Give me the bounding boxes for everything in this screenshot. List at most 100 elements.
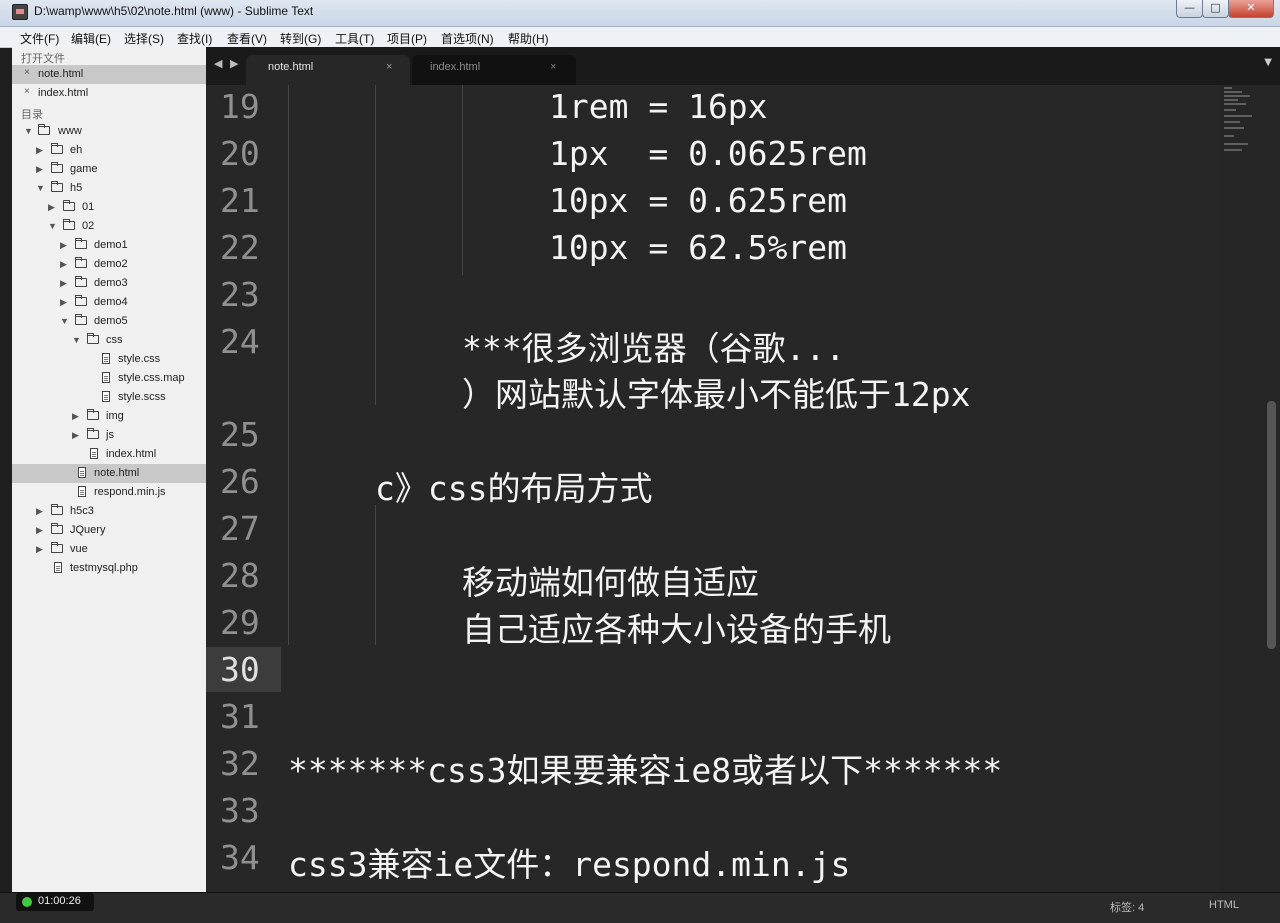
scroll-thumb[interactable] (1267, 401, 1276, 649)
tree-item-jquery[interactable]: ▶ JQuery (12, 521, 206, 540)
menu-preferences[interactable]: 首选项(N) (441, 30, 494, 47)
chevron-right-icon[interactable]: ▶ (72, 411, 79, 422)
tab-note-html[interactable]: note.html × (246, 55, 410, 85)
syntax-selector[interactable]: HTML (1209, 899, 1239, 911)
tab-label: note.html (268, 61, 314, 73)
tree-label: style.scss (118, 391, 166, 403)
code-line: 23 (206, 273, 1220, 320)
chevron-down-icon[interactable]: ▼ (24, 126, 33, 136)
tree-item-index-html[interactable]: index.html (12, 445, 206, 464)
close-button[interactable]: ✕ (1228, 0, 1274, 18)
tree-item-css[interactable]: ▼ css (12, 331, 206, 350)
tree-item-respond-min-js[interactable]: respond.min.js (12, 483, 206, 502)
tab-nav-arrows-icon[interactable]: ◀ ▶ (214, 57, 240, 70)
tree-label: respond.min.js (94, 486, 166, 498)
chevron-right-icon[interactable]: ▶ (36, 525, 43, 536)
tab-dropdown-icon[interactable]: ▼ (1264, 57, 1272, 68)
chevron-right-icon[interactable]: ▶ (60, 240, 67, 251)
tree-item-h5c3[interactable]: ▶ h5c3 (12, 502, 206, 521)
menu-help[interactable]: 帮助(H) (508, 30, 549, 47)
tree-item-vue[interactable]: ▶ vue (12, 540, 206, 559)
tree-label: JQuery (70, 524, 106, 536)
window-title: D:\wamp\www\h5\02\note.html (www) - Subl… (34, 4, 314, 18)
menu-edit[interactable]: 编辑(E) (71, 30, 111, 47)
line-text: 1px = 0.0625rem (549, 134, 867, 173)
tree-item-style-css-map[interactable]: style.css.map (12, 369, 206, 388)
line-number: 26 (220, 462, 260, 501)
menu-project[interactable]: 项目(P) (387, 30, 427, 47)
line-number: 32 (220, 744, 260, 783)
minimap[interactable] (1220, 85, 1265, 892)
line-text: 10px = 0.625rem (549, 181, 848, 220)
tree-item-demo5[interactable]: ▼ demo5 (12, 312, 206, 331)
chevron-right-icon[interactable]: ▶ (36, 506, 43, 517)
line-number: 25 (220, 415, 260, 454)
chevron-right-icon[interactable]: ▶ (36, 145, 43, 156)
tab-index-html[interactable]: index.html × (412, 55, 576, 85)
tree-item-demo2[interactable]: ▶ demo2 (12, 255, 206, 274)
chevron-down-icon[interactable]: ▼ (72, 335, 81, 345)
minimize-button[interactable]: — (1176, 0, 1203, 18)
folder-icon (51, 143, 63, 154)
chevron-right-icon[interactable]: ▶ (72, 430, 79, 441)
tree-label: eh (70, 144, 83, 156)
chevron-right-icon[interactable]: ▶ (36, 544, 43, 555)
tree-item-02[interactable]: ▼ 02 (12, 217, 206, 236)
minimap-line (1224, 127, 1244, 129)
close-icon[interactable]: × (386, 61, 392, 73)
line-text: ）网站默认字体最小不能低于12px (462, 375, 971, 414)
code-line: 32 *******css3如果要兼容ie8或者以下******* (206, 742, 1220, 790)
tree-label: demo5 (94, 315, 128, 327)
code-line: 19 1rem = 16px (206, 85, 1220, 132)
menu-bar: 文件(F) 编辑(E) 选择(S) 查找(I) 查看(V) 转到(G) 工具(T… (0, 27, 1280, 48)
maximize-button[interactable]: □ (1202, 0, 1229, 18)
close-icon[interactable]: × (550, 61, 556, 73)
chevron-down-icon[interactable]: ▼ (36, 183, 45, 193)
open-file-index[interactable]: × index.html (12, 84, 206, 103)
tree-item-style-scss[interactable]: style.scss (12, 388, 206, 407)
tree-label: demo4 (94, 296, 128, 308)
tree-item-img[interactable]: ▶ img (12, 407, 206, 426)
timer-text: 01:00:26 (38, 895, 81, 907)
tree-item-game[interactable]: ▶ game (12, 160, 206, 179)
tree-item-www[interactable]: ▼ www (12, 122, 206, 141)
menu-goto[interactable]: 转到(G) (280, 30, 321, 47)
record-indicator-icon (22, 897, 32, 907)
code-line: 25 (206, 413, 1220, 460)
line-text: *******css3如果要兼容ie8或者以下******* (288, 751, 1003, 790)
menu-view[interactable]: 查看(V) (227, 30, 267, 47)
tab-size-indicator[interactable]: 标签: 4 (1110, 899, 1144, 915)
menu-find[interactable]: 查找(I) (177, 30, 212, 47)
tree-item-testmysql-php[interactable]: testmysql.php (12, 559, 206, 578)
tree-item-demo1[interactable]: ▶ demo1 (12, 236, 206, 255)
code-line: 34 css3兼容ie文件：respond.min.js (206, 836, 1220, 884)
open-file-note[interactable]: × note.html (12, 65, 206, 84)
line-number: 30 (220, 650, 260, 689)
line-number: 20 (220, 134, 260, 173)
chevron-right-icon[interactable]: ▶ (48, 202, 55, 213)
vertical-scrollbar[interactable] (1265, 85, 1280, 892)
tree-item-note-html[interactable]: note.html (12, 464, 206, 483)
chevron-right-icon[interactable]: ▶ (60, 259, 67, 270)
chevron-down-icon[interactable]: ▼ (48, 221, 57, 231)
chevron-down-icon[interactable]: ▼ (60, 316, 69, 326)
tree-item-h5[interactable]: ▼ h5 (12, 179, 206, 198)
title-bar: D:\wamp\www\h5\02\note.html (www) - Subl… (0, 0, 1280, 27)
close-icon[interactable]: × (24, 67, 30, 78)
menu-selection[interactable]: 选择(S) (124, 30, 164, 47)
tree-item-style-css[interactable]: style.css (12, 350, 206, 369)
tree-item-demo4[interactable]: ▶ demo4 (12, 293, 206, 312)
chevron-right-icon[interactable]: ▶ (36, 164, 43, 175)
tree-item-js[interactable]: ▶ js (12, 426, 206, 445)
sublime-app-icon (12, 4, 28, 20)
tree-item-demo3[interactable]: ▶ demo3 (12, 274, 206, 293)
tree-item-01[interactable]: ▶ 01 (12, 198, 206, 217)
menu-tools[interactable]: 工具(T) (335, 30, 374, 47)
code-editor[interactable]: 19 1rem = 16px 20 1px = 0.0625rem 21 10p… (206, 85, 1220, 892)
chevron-right-icon[interactable]: ▶ (60, 297, 67, 308)
sidebar: 打开文件 × note.html × index.html 目录 ▼ www ▶… (12, 47, 206, 892)
menu-file[interactable]: 文件(F) (20, 30, 59, 47)
tree-item-eh[interactable]: ▶ eh (12, 141, 206, 160)
close-icon[interactable]: × (24, 86, 30, 97)
chevron-right-icon[interactable]: ▶ (60, 278, 67, 289)
